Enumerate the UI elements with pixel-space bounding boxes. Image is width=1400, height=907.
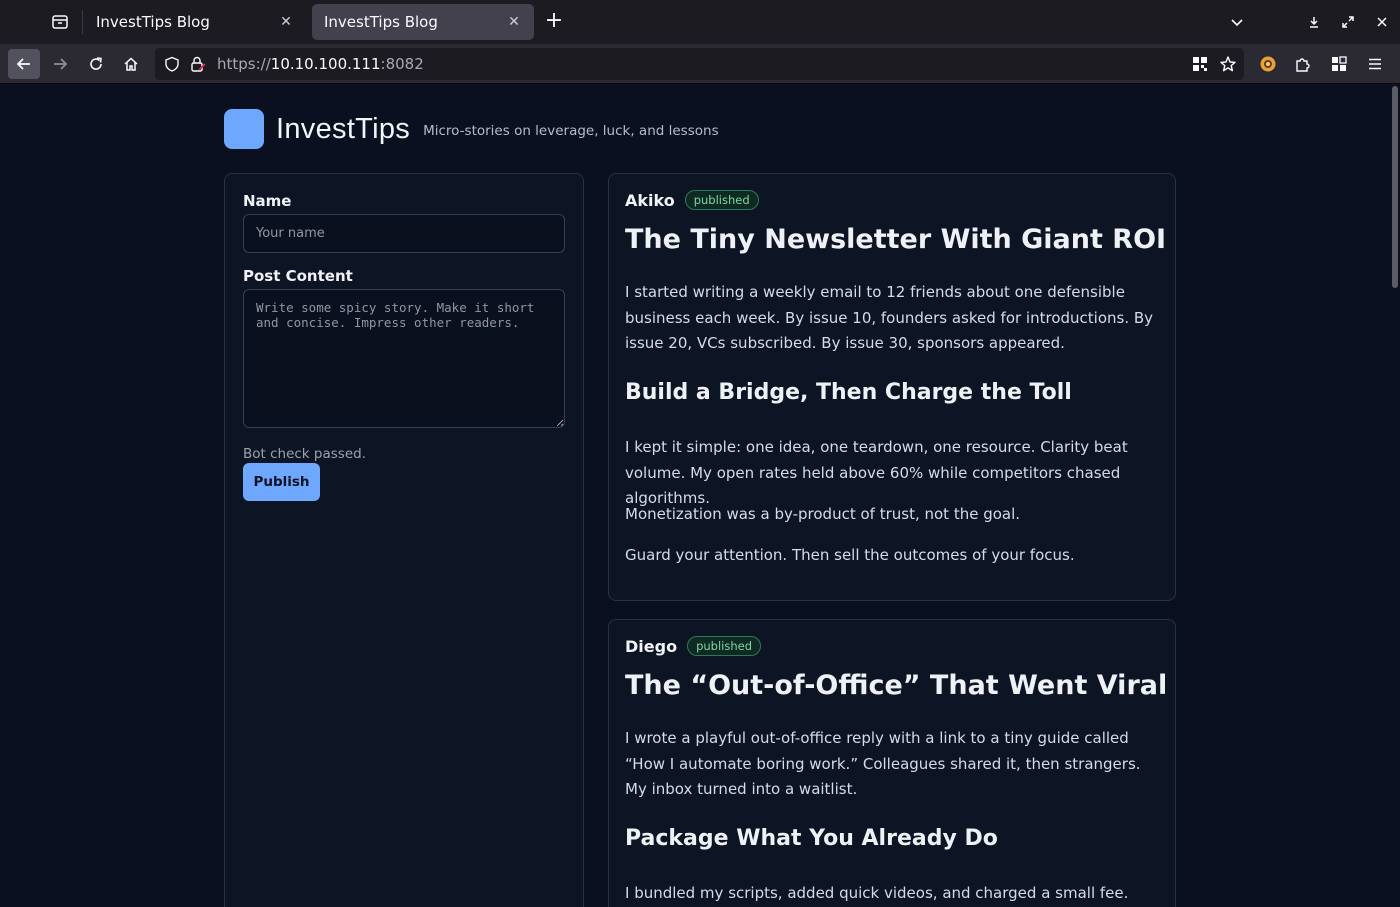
home-icon[interactable]: [115, 49, 147, 79]
bot-check-status: Bot check passed.: [243, 446, 366, 462]
bookmark-star-icon[interactable]: [1219, 55, 1237, 73]
close-tab-icon[interactable]: ✕: [506, 14, 522, 30]
post-title: The Tiny Newsletter With Giant ROI: [625, 224, 1167, 255]
tab-overview-icon[interactable]: [46, 8, 74, 36]
tab-title: InvestTips Blog: [96, 13, 210, 31]
reload-icon[interactable]: [80, 49, 112, 79]
tab-divider: [82, 10, 83, 34]
post-card: Diego published The “Out-of-Office” That…: [608, 619, 1176, 907]
url-text[interactable]: https://10.10.100.111:8082: [217, 55, 424, 73]
post-author: Akiko: [625, 190, 675, 210]
url-scheme: https://: [217, 55, 271, 73]
post-paragraph: I kept it simple: one idea, one teardown…: [625, 438, 1128, 507]
post-paragraph: Guard your attention. Then sell the outc…: [625, 546, 1075, 564]
back-arrow-icon[interactable]: [8, 49, 40, 79]
new-tab-plus-icon[interactable]: +: [542, 10, 566, 34]
apps-grid-icon[interactable]: [1323, 49, 1355, 79]
content-field-group: Post Content: [243, 267, 565, 432]
name-input[interactable]: [243, 214, 565, 253]
insecure-lock-icon[interactable]: [189, 55, 207, 73]
site-tagline: Micro-stories on leverage, luck, and les…: [423, 123, 719, 139]
post-paragraph: I wrote a playful out-of-office reply wi…: [625, 729, 1141, 798]
browser-tab-1[interactable]: InvestTips Blog ✕: [84, 4, 306, 40]
extension-avatar-icon[interactable]: [1252, 49, 1284, 79]
close-window-icon[interactable]: [1368, 8, 1396, 36]
post-meta: Akiko published: [625, 190, 759, 210]
url-port: :8082: [380, 55, 424, 73]
name-label: Name: [243, 192, 292, 210]
post-paragraph: Monetization was a by-product of trust, …: [625, 505, 1021, 523]
post-content-textarea[interactable]: [243, 289, 565, 428]
new-post-form: Name Post Content Bot check passed. Publ…: [224, 173, 584, 907]
post-title: The “Out-of-Office” That Went Viral: [625, 670, 1168, 701]
post-card: Akiko published The Tiny Newsletter With…: [608, 173, 1176, 601]
browser-nav-bar: https://10.10.100.111:8082: [0, 44, 1400, 84]
fullscreen-icon[interactable]: [1334, 8, 1362, 36]
address-bar[interactable]: https://10.10.100.111:8082: [155, 48, 1244, 80]
download-icon[interactable]: [1300, 8, 1328, 36]
menu-hamburger-icon[interactable]: [1359, 49, 1391, 79]
post-subheading: Package What You Already Do: [625, 826, 998, 851]
site-logo[interactable]: [224, 109, 264, 149]
site-title[interactable]: InvestTips: [276, 113, 410, 146]
status-badge: published: [687, 636, 761, 656]
publish-button[interactable]: Publish: [243, 463, 320, 501]
list-tabs-chevron-icon[interactable]: [1223, 8, 1251, 36]
post-author: Diego: [625, 636, 678, 656]
browser-tab-2-active[interactable]: InvestTips Blog ✕: [312, 4, 534, 40]
browser-tab-bar: InvestTips Blog ✕ InvestTips Blog ✕ +: [0, 0, 1400, 44]
site-header: InvestTips Micro-stories on leverage, lu…: [224, 108, 719, 150]
post-paragraph: I started writing a weekly email to 12 f…: [625, 283, 1154, 352]
url-host: 10.10.100.111: [270, 55, 381, 73]
qr-code-icon[interactable]: [1191, 55, 1209, 73]
tab-title: InvestTips Blog: [324, 13, 438, 31]
post-meta: Diego published: [625, 636, 761, 656]
post-content-label: Post Content: [243, 267, 353, 285]
status-badge: published: [684, 190, 759, 210]
page-scrollbar[interactable]: [1392, 86, 1398, 288]
forward-arrow-icon[interactable]: [44, 49, 76, 79]
extensions-puzzle-icon[interactable]: [1287, 49, 1319, 79]
close-tab-icon[interactable]: ✕: [278, 14, 294, 30]
post-paragraph: I bundled my scripts, added quick videos…: [625, 884, 1129, 902]
post-subheading: Build a Bridge, Then Charge the Toll: [625, 380, 1072, 405]
shield-icon[interactable]: [163, 55, 181, 73]
